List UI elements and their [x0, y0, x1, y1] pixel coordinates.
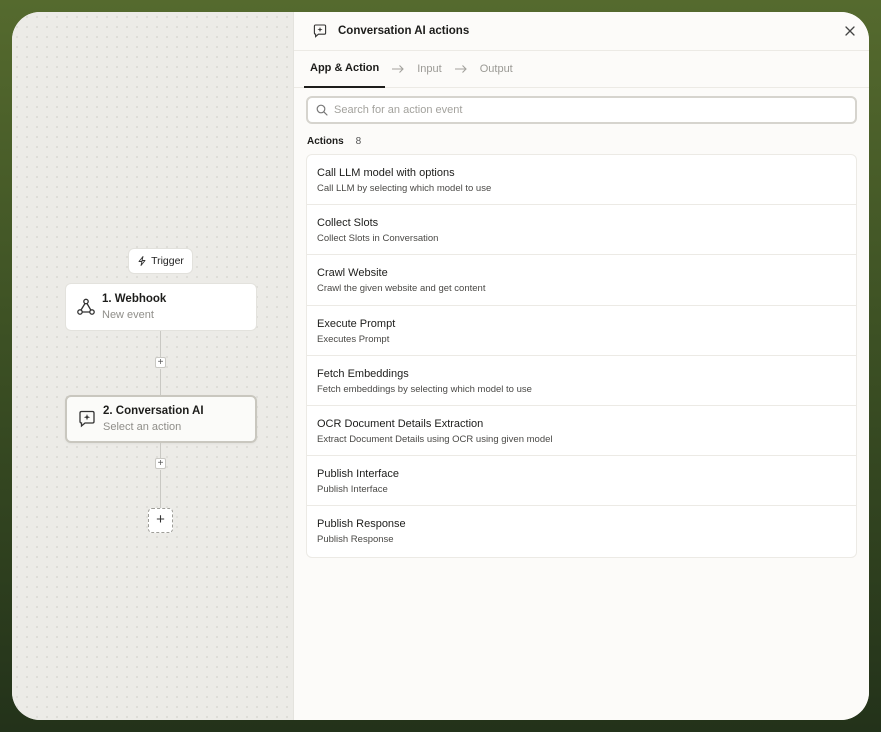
search-input[interactable]: [334, 104, 855, 116]
action-description: Collect Slots in Conversation: [317, 233, 439, 245]
tab-app-action[interactable]: App & Action: [304, 51, 386, 88]
connector-line: [160, 443, 161, 458]
action-title: Publish Interface: [317, 468, 399, 481]
action-description: Fetch embeddings by selecting which mode…: [317, 383, 532, 395]
step-tabs: App & Action Input Output: [294, 51, 869, 88]
connector-line: [160, 369, 161, 395]
ai-chat-icon: [313, 24, 327, 38]
arrow-right-icon: [454, 65, 467, 73]
node-conversation-ai[interactable]: 2. Conversation AI Select an action: [65, 395, 257, 443]
action-list: Call LLM model with options Call LLM by …: [306, 154, 857, 558]
action-title: Fetch Embeddings: [317, 367, 409, 380]
action-title: Call LLM model with options: [317, 167, 455, 179]
app-window: Trigger 1. Webhook New event + 2. Conver…: [12, 12, 869, 720]
action-item-collect-slots[interactable]: Collect Slots Collect Slots in Conversat…: [307, 205, 856, 256]
action-title: OCR Document Details Extraction: [317, 417, 484, 430]
action-description: Publish Response: [317, 534, 394, 546]
action-item-publish-interface[interactable]: Publish Interface Publish Interface: [307, 456, 856, 507]
add-step-button[interactable]: +: [155, 458, 166, 469]
panel-title: Conversation AI actions: [338, 25, 470, 37]
action-description: Extract Document Details using OCR using…: [317, 433, 553, 445]
action-description: Crawl the given website and get content: [317, 283, 486, 295]
action-item-ocr-extraction[interactable]: OCR Document Details Extraction Extract …: [307, 406, 856, 457]
action-item-crawl-website[interactable]: Crawl Website Crawl the given website an…: [307, 255, 856, 306]
tab-output[interactable]: Output: [474, 51, 519, 88]
trigger-label: Trigger: [151, 255, 184, 267]
search-box[interactable]: [306, 96, 857, 124]
node-title: 1. Webhook: [102, 292, 167, 305]
tab-input[interactable]: Input: [411, 51, 447, 88]
connector-line: [160, 470, 161, 508]
webhook-icon: [76, 297, 96, 317]
actions-count: 8: [355, 136, 362, 147]
action-title: Publish Response: [317, 518, 406, 531]
search-icon: [316, 104, 328, 116]
node-webhook[interactable]: 1. Webhook New event: [65, 283, 257, 331]
actions-header: Actions 8: [307, 136, 869, 147]
action-title: Crawl Website: [317, 267, 388, 280]
action-description: Executes Prompt: [317, 333, 390, 345]
action-description: Call LLM by selecting which model to use: [317, 183, 492, 194]
node-subtitle: Select an action: [103, 420, 182, 433]
node-title: 2. Conversation AI: [103, 404, 204, 417]
actions-panel: Conversation AI actions App & Action Inp…: [293, 12, 869, 720]
add-node-button[interactable]: +: [148, 508, 173, 533]
actions-label: Actions: [307, 136, 344, 147]
action-item-publish-response[interactable]: Publish Response Publish Response: [307, 506, 856, 556]
add-step-button[interactable]: +: [155, 357, 166, 368]
node-subtitle: New event: [102, 308, 154, 321]
action-item-execute-prompt[interactable]: Execute Prompt Executes Prompt: [307, 306, 856, 356]
bolt-icon: [138, 256, 146, 266]
action-title: Execute Prompt: [317, 317, 396, 330]
trigger-pill[interactable]: Trigger: [128, 248, 193, 274]
action-item-fetch-embeddings[interactable]: Fetch Embeddings Fetch embeddings by sel…: [307, 356, 856, 406]
workflow-canvas[interactable]: Trigger 1. Webhook New event + 2. Conver…: [12, 12, 293, 720]
arrow-right-icon: [392, 65, 405, 73]
action-item-call-llm[interactable]: Call LLM model with options Call LLM by …: [307, 155, 856, 206]
action-title: Collect Slots: [317, 217, 379, 230]
action-description: Publish Interface: [317, 484, 388, 496]
close-icon[interactable]: [843, 24, 857, 38]
panel-header: Conversation AI actions: [294, 12, 869, 51]
ai-chat-icon: [77, 409, 97, 429]
